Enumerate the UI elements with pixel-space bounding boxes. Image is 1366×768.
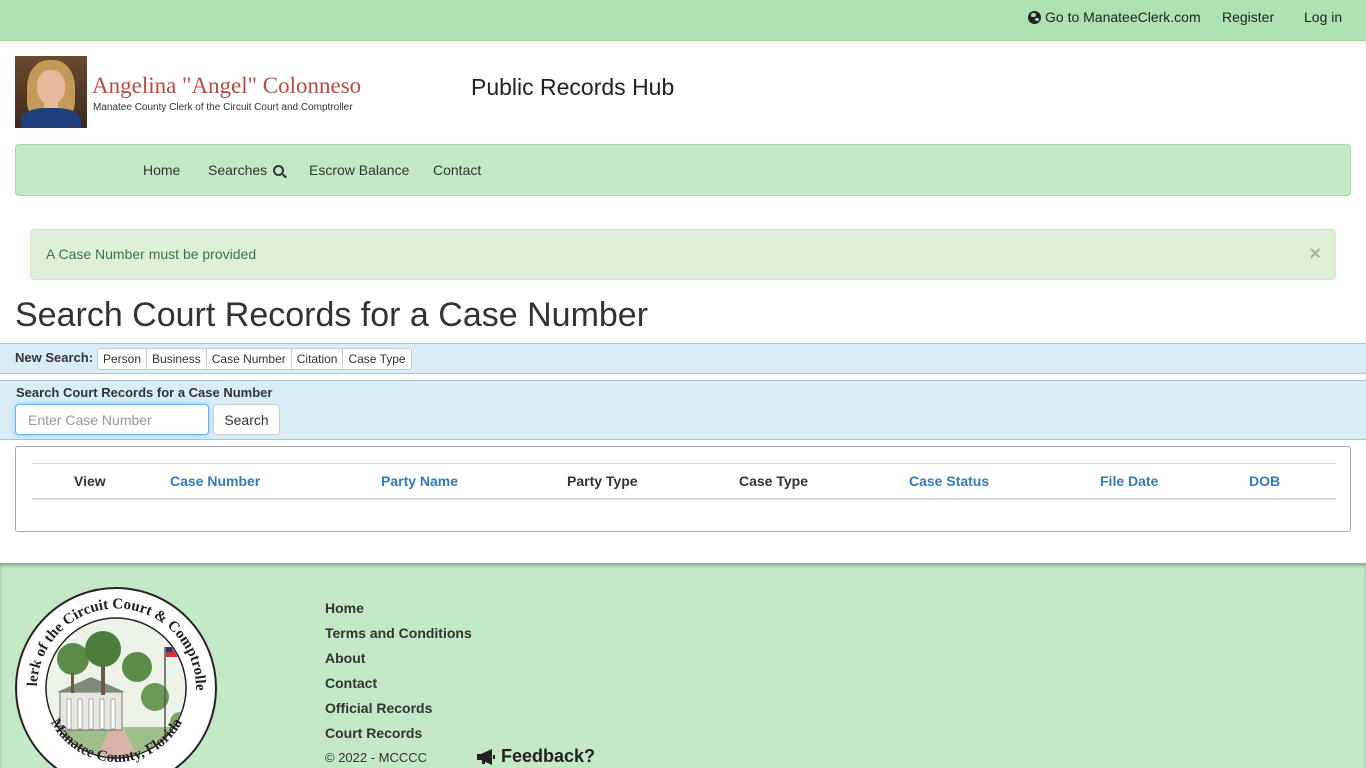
globe-icon: [1028, 10, 1041, 24]
col-view: View: [74, 473, 106, 489]
case-search-panel: Search Court Records for a Case Number S…: [0, 380, 1366, 440]
nav-escrow-balance[interactable]: Escrow Balance: [309, 162, 409, 178]
login-link[interactable]: Log in: [1304, 9, 1342, 25]
new-search-case-number[interactable]: Case Number: [205, 348, 292, 370]
col-case-type: Case Type: [739, 473, 808, 489]
top-utility-bar: Go to ManateeClerk.com Register Log in: [0, 0, 1366, 41]
close-icon[interactable]: ×: [1309, 244, 1321, 264]
col-case-status[interactable]: Case Status: [909, 473, 989, 489]
new-search-options: Person Business Case Number Citation Cas…: [97, 348, 412, 370]
col-case-number[interactable]: Case Number: [170, 473, 260, 489]
clerk-portrait: [15, 56, 87, 128]
new-search-bar: New Search: Person Business Case Number …: [0, 343, 1366, 374]
hub-title: Public Records Hub: [471, 74, 675, 100]
new-search-business[interactable]: Business: [146, 348, 207, 370]
clerk-name: Angelina "Angel" Colonneso: [92, 73, 362, 98]
clerk-seal-logo: Clerk of the Circuit Court & Comptroller…: [15, 587, 217, 768]
nav-searches-label: Searches: [208, 162, 268, 178]
col-party-name[interactable]: Party Name: [381, 473, 458, 489]
case-number-input[interactable]: [15, 404, 209, 435]
copyright: © 2022 - MCCCC: [325, 750, 428, 765]
register-link[interactable]: Register: [1222, 9, 1274, 25]
footer-link-contact[interactable]: Contact: [325, 675, 472, 700]
new-search-case-type[interactable]: Case Type: [342, 348, 412, 370]
page-title: Search Court Records for a Case Number: [15, 296, 649, 334]
col-party-type: Party Type: [567, 473, 638, 489]
nav-searches[interactable]: Searches: [208, 162, 285, 178]
site-footer: Clerk of the Circuit Court & Comptroller…: [0, 563, 1366, 768]
footer-links: Home Terms and Conditions About Contact …: [325, 600, 472, 750]
clerk-subtitle: Manatee County Clerk of the Circuit Cour…: [93, 102, 353, 113]
search-icon: [273, 164, 285, 176]
alert-message: A Case Number must be provided: [46, 246, 257, 262]
footer-link-about[interactable]: About: [325, 650, 472, 675]
case-search-label: Search Court Records for a Case Number: [16, 385, 273, 400]
nav-contact[interactable]: Contact: [433, 162, 481, 178]
new-search-citation[interactable]: Citation: [290, 348, 344, 370]
footer-link-home[interactable]: Home: [325, 600, 472, 625]
feedback-button[interactable]: Feedback?: [476, 746, 595, 767]
validation-alert: A Case Number must be provided ×: [30, 229, 1336, 280]
search-button[interactable]: Search: [213, 404, 280, 435]
col-file-date[interactable]: File Date: [1100, 473, 1158, 489]
new-search-label: New Search:: [15, 350, 94, 365]
goto-manateeclerk-label: Go to ManateeClerk.com: [1045, 9, 1201, 25]
feedback-label: Feedback?: [501, 746, 596, 766]
nav-home[interactable]: Home: [143, 162, 180, 178]
site-header: Angelina "Angel" Colonneso Manatee Count…: [0, 41, 1366, 144]
footer-link-official-records[interactable]: Official Records: [325, 700, 472, 725]
footer-link-court-records[interactable]: Court Records: [325, 725, 472, 750]
footer-link-terms[interactable]: Terms and Conditions: [325, 625, 472, 650]
results-table-header: View Case Number Party Name Party Type C…: [32, 463, 1336, 500]
new-search-person[interactable]: Person: [97, 348, 148, 370]
main-navbar: Home Searches Escrow Balance Contact: [15, 144, 1351, 196]
col-dob[interactable]: DOB: [1249, 473, 1280, 489]
goto-manateeclerk-link[interactable]: Go to ManateeClerk.com: [1028, 9, 1201, 25]
results-table: View Case Number Party Name Party Type C…: [15, 446, 1351, 532]
megaphone-icon: [477, 748, 495, 765]
